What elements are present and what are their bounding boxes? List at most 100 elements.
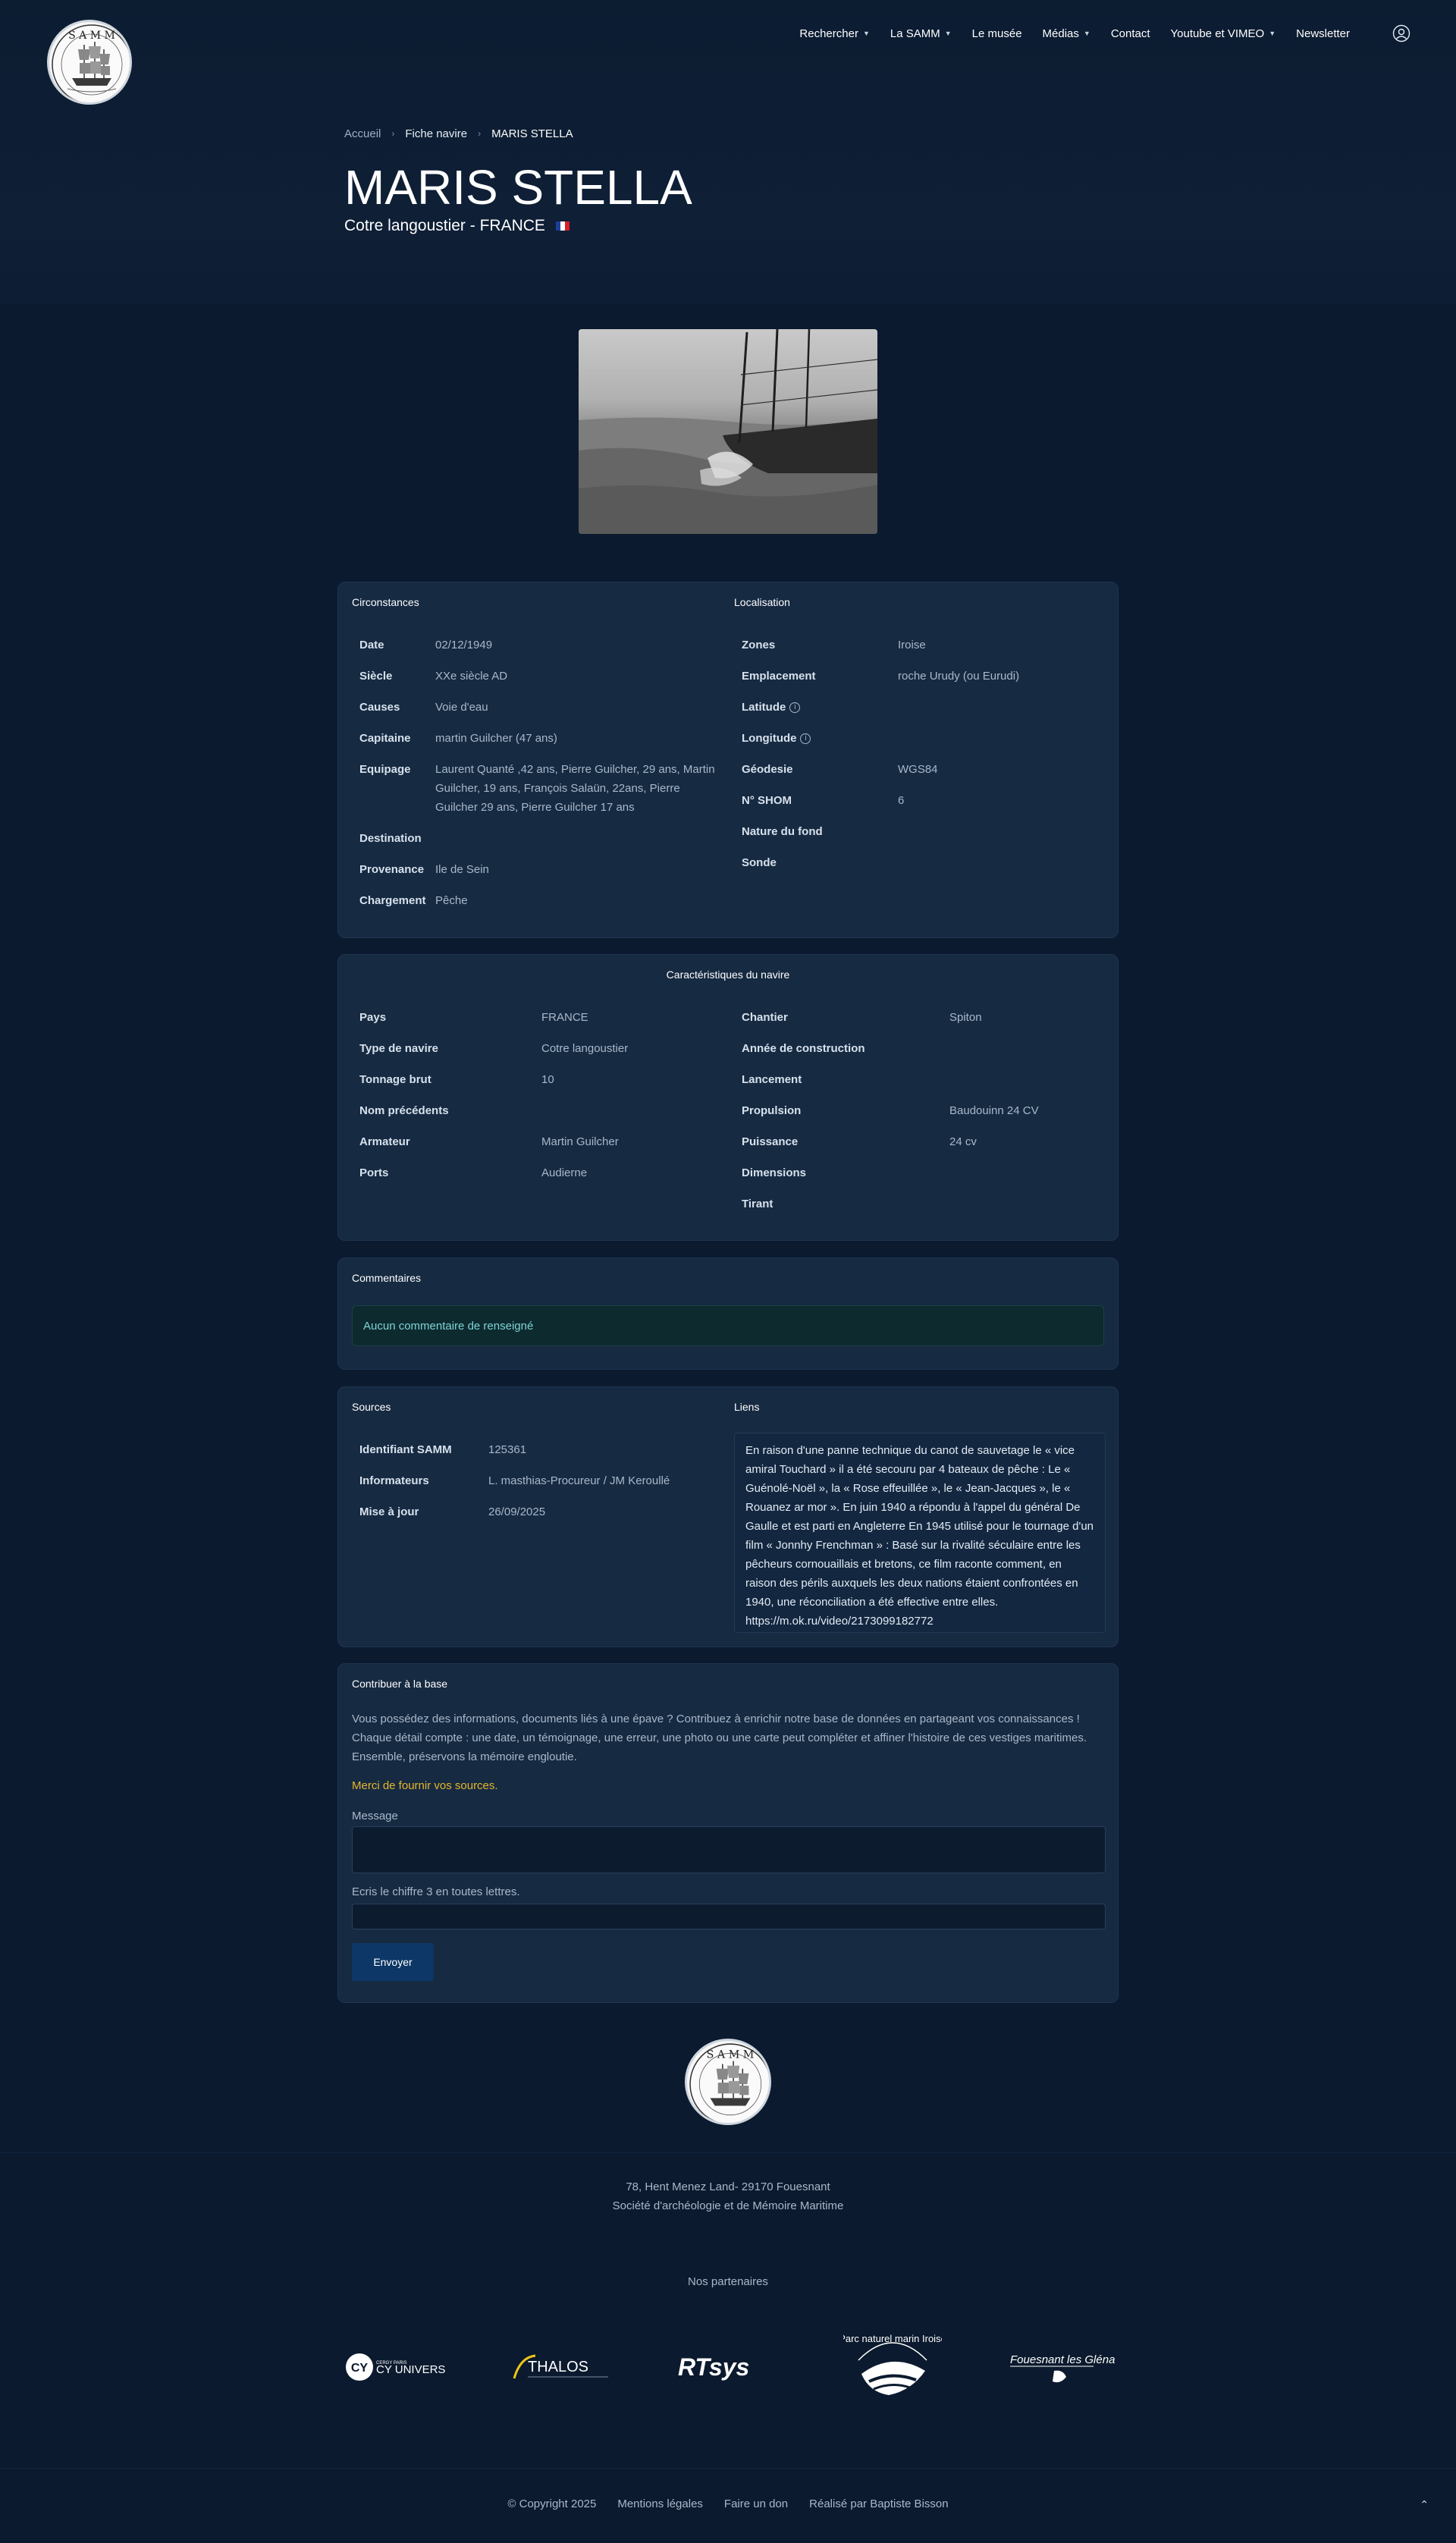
row-value: Spiton xyxy=(949,1011,982,1024)
info-row: Pays FRANCE xyxy=(359,1008,723,1027)
breadcrumb-fiche-navire-link[interactable]: Fiche navire xyxy=(405,127,467,140)
breadcrumb-current: MARIS STELLA xyxy=(491,127,573,140)
nav-la-samm[interactable]: La SAMM ▼ xyxy=(890,27,952,40)
info-row: N° SHOM 6 xyxy=(734,791,1106,810)
info-icon[interactable]: i xyxy=(800,733,811,744)
message-textarea[interactable] xyxy=(352,1826,1106,1873)
breadcrumb-separator: › xyxy=(391,128,395,139)
info-row: Informateurs L. masthias-Procureur / JM K… xyxy=(359,1471,723,1490)
row-value: Audierne xyxy=(541,1166,588,1179)
caracteristiques-card: Caractéristiques du navire Pays FRANCE Ty… xyxy=(337,954,1119,1241)
row-label: Armateur xyxy=(359,1135,410,1148)
sources-title: Sources xyxy=(352,1401,391,1413)
row-label: Propulsion xyxy=(742,1104,802,1117)
partner-label: Parc naturel marin Iroise xyxy=(843,2333,942,2344)
info-icon[interactable]: i xyxy=(789,702,801,713)
footer-samm-logo[interactable]: S A M M xyxy=(685,2039,771,2125)
row-label: Chargement xyxy=(359,894,426,907)
row-label: Mise à jour xyxy=(359,1505,419,1518)
row-label: Tonnage brut xyxy=(359,1073,431,1086)
breadcrumb-separator: › xyxy=(478,128,482,139)
row-value: 24 cv xyxy=(949,1135,977,1148)
mentions-legales-link[interactable]: Mentions légales xyxy=(617,2497,703,2510)
faire-un-don-link[interactable]: Faire un don xyxy=(724,2497,788,2510)
nav-medias[interactable]: Médias ▼ xyxy=(1043,27,1090,40)
row-value: FRANCE xyxy=(541,1011,588,1024)
caracteristiques-right: Chantier Spiton Année de construction Lan… xyxy=(742,1008,1106,1226)
contribuer-card: Contribuer à la base Vous possédez des i… xyxy=(337,1663,1119,2003)
nav-contact[interactable]: Contact xyxy=(1111,27,1150,40)
row-value: 6 xyxy=(898,794,905,807)
breadcrumb-home-link[interactable]: Accueil xyxy=(344,127,381,140)
chevron-down-icon: ▼ xyxy=(1269,30,1276,37)
info-row: Dimensions xyxy=(742,1163,1106,1182)
liens-text[interactable]: En raison d'une panne technique du canot… xyxy=(734,1433,1106,1633)
row-label: Provenance xyxy=(359,863,425,876)
liens-title: Liens xyxy=(734,1401,760,1413)
row-label: Siècle xyxy=(359,670,393,683)
info-row: Capitaine martin Guilcher (47 ans) xyxy=(352,729,723,748)
nav-le-musee[interactable]: Le musée xyxy=(972,27,1022,40)
row-value: 10 xyxy=(541,1073,554,1086)
row-value: Iroise xyxy=(898,639,926,651)
partner-cy-universite[interactable]: CY CERGY PARIS CY UNIVERSITÉ xyxy=(344,2348,446,2386)
footer-organization: Société d'archéologie et de Mémoire Mari… xyxy=(612,2199,844,2212)
captcha-label: Ecris le chiffre 3 en toutes lettres. xyxy=(352,1885,520,1898)
row-label: Capitaine xyxy=(359,732,411,745)
sources-reminder: Merci de fournir vos sources. xyxy=(352,1779,498,1792)
row-label: Zones xyxy=(742,639,776,651)
info-row: Date 02/12/1949 xyxy=(352,636,723,655)
captcha-input[interactable] xyxy=(352,1904,1106,1929)
nav-youtube-vimeo[interactable]: Youtube et VIMEO ▼ xyxy=(1171,27,1276,40)
chevron-down-icon: ▼ xyxy=(1083,30,1090,37)
nav-rechercher[interactable]: Rechercher ▼ xyxy=(799,27,869,40)
info-row: Type de navire Cotre langoustier xyxy=(359,1039,723,1058)
row-value: Voie d'eau xyxy=(435,701,488,714)
scroll-to-top-icon[interactable]: ⌃ xyxy=(1420,2498,1429,2511)
commentaires-title: Commentaires xyxy=(352,1272,422,1284)
row-value: Cotre langoustier xyxy=(541,1042,629,1055)
info-row: Sonde xyxy=(734,853,1106,872)
partner-thalos[interactable]: THALOS xyxy=(510,2348,613,2386)
svg-text:CY: CY xyxy=(351,2362,369,2375)
sources-list: Identifiant SAMM 125361 Informateurs L. ma… xyxy=(359,1440,723,1534)
footer-links: © Copyright 2025 Mentions légales Faire … xyxy=(0,2497,1456,2510)
row-label: Nom précédents xyxy=(359,1104,449,1117)
row-value: L. masthias-Procureur / JM Keroullé xyxy=(488,1474,670,1487)
credits-link[interactable]: Réalisé par Baptiste Bisson xyxy=(809,2497,948,2510)
partner-label: CY UNIVERSITÉ xyxy=(376,2363,446,2376)
row-label: Longitude xyxy=(742,732,797,745)
partners-logos: CY CERGY PARIS CY UNIVERSITÉ THALOS RTsy… xyxy=(0,2321,1456,2427)
row-label: Année de construction xyxy=(742,1042,865,1055)
commentaires-card: Commentaires Aucun commentaire de rensei… xyxy=(337,1257,1119,1370)
chevron-down-icon: ▼ xyxy=(944,30,952,37)
nav-newsletter[interactable]: Newsletter xyxy=(1296,27,1350,40)
row-label: Puissance xyxy=(742,1135,799,1148)
partner-rtsys[interactable]: RTsys xyxy=(676,2348,777,2386)
row-value: XXe siècle AD xyxy=(435,670,508,683)
copyright: © Copyright 2025 xyxy=(507,2497,597,2510)
row-label: Ports xyxy=(359,1166,389,1179)
row-value: roche Urudy (ou Eurudi) xyxy=(898,670,1020,683)
ship-photo[interactable] xyxy=(579,329,877,534)
row-label: Destination xyxy=(359,832,422,845)
svg-text:S A M M: S A M M xyxy=(707,2049,755,2061)
info-row: Puissance 24 cv xyxy=(742,1132,1106,1151)
row-label: Date xyxy=(359,639,384,651)
row-label: Sonde xyxy=(742,856,777,869)
circonstances-title: Circonstances xyxy=(352,596,419,608)
info-row: Tonnage brut 10 xyxy=(359,1070,723,1089)
info-row: Provenance Ile de Sein xyxy=(352,860,723,879)
partner-parc-marin-iroise[interactable]: Parc naturel marin Iroise xyxy=(843,2321,942,2424)
user-account-icon[interactable] xyxy=(1392,24,1410,42)
circonstances-section: Circonstances Date 02/12/1949 Siècle XXe s… xyxy=(352,596,723,922)
info-row: Siècle XXe siècle AD xyxy=(352,667,723,686)
main-nav: Rechercher ▼ La SAMM ▼ Le musée Médias ▼ Co… xyxy=(779,23,1410,44)
info-row: Ports Audierne xyxy=(359,1163,723,1182)
samm-logo[interactable]: S A M M xyxy=(47,20,132,105)
circonstances-localisation-card: Circonstances Date 02/12/1949 Siècle XXe s… xyxy=(337,582,1119,938)
page-title: MARIS STELLA xyxy=(344,160,692,215)
submit-button[interactable]: Envoyer xyxy=(352,1943,434,1981)
row-label: Identifiant SAMM xyxy=(359,1443,452,1456)
partner-fouesnant-glenan[interactable]: Fouesnant les Glénan xyxy=(1009,2347,1115,2389)
